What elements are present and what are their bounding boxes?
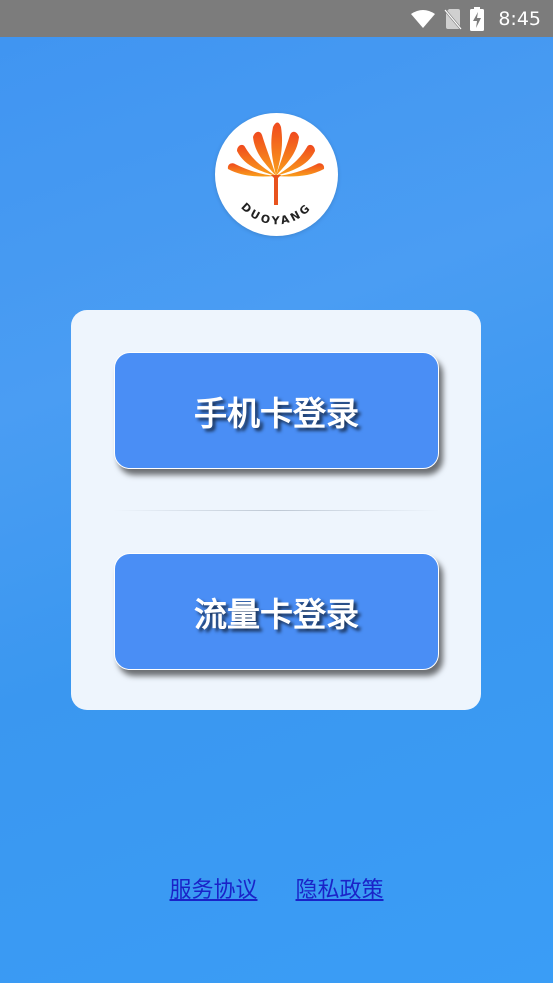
privacy-policy-link[interactable]: 隐私政策 [296, 872, 384, 904]
login-card: 手机卡登录 流量卡登录 [71, 310, 481, 710]
status-icons: 8:45 [410, 6, 541, 31]
no-sim-icon [444, 8, 463, 30]
logo-flower-icon [227, 122, 325, 205]
terms-of-service-link[interactable]: 服务协议 [169, 872, 257, 904]
divider [113, 510, 439, 511]
status-bar: 8:45 [0, 0, 553, 37]
battery-charging-icon [470, 6, 485, 31]
wifi-icon [410, 9, 436, 29]
app-logo: DUOYANG [215, 113, 338, 236]
footer-links: 服务协议 隐私政策 [0, 872, 553, 904]
status-time: 8:45 [498, 7, 541, 30]
data-card-login-button[interactable]: 流量卡登录 [114, 553, 439, 670]
phone-card-login-button[interactable]: 手机卡登录 [114, 352, 439, 469]
